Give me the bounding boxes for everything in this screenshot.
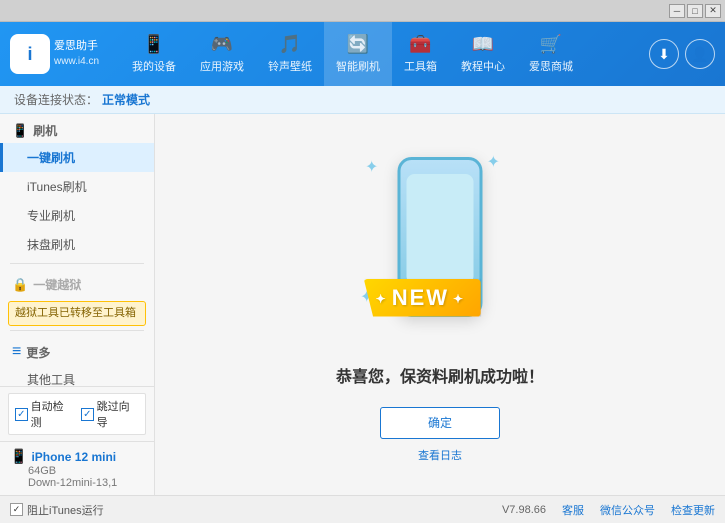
- header: i 爱思助手 www.i4.cn 📱 我的设备 🎮 应用游戏 🎵 铃声壁纸 🔄 …: [0, 22, 725, 86]
- nav-tab-toolbox[interactable]: 🧰 工具箱: [392, 22, 449, 86]
- title-bar: ─ □ ✕: [0, 0, 725, 22]
- nav-tabs: 📱 我的设备 🎮 应用游戏 🎵 铃声壁纸 🔄 智能刷机 🧰 工具箱 📖 教程中心…: [120, 22, 649, 86]
- success-message: 恭喜您，保资料刷机成功啦！: [336, 363, 544, 387]
- device-version: Down-12mini-13,1: [10, 477, 144, 489]
- stop-itunes-label: 阻止iTunes运行: [27, 502, 104, 518]
- user-button[interactable]: 👤: [685, 39, 715, 69]
- sparkle-2: ✦: [487, 152, 500, 172]
- toolbox-icon: 🧰: [409, 34, 431, 55]
- sidebar-section-jailbreak: 🔒 一键越狱: [0, 268, 154, 297]
- update-link[interactable]: 检查更新: [671, 502, 715, 518]
- divider-1: [10, 263, 144, 264]
- nav-tab-tutorial[interactable]: 📖 教程中心: [449, 22, 517, 86]
- tutorial-icon: 📖: [472, 34, 494, 55]
- confirm-button[interactable]: 确定: [380, 407, 500, 439]
- sidebar-bottom-section: 自动检测 跳过向导 📱 iPhone 12 mini 64GB Down-12m…: [0, 386, 154, 495]
- device-phone-icon: 📱: [10, 448, 27, 465]
- nav-tab-smart-flash[interactable]: 🔄 智能刷机: [324, 22, 392, 86]
- store-icon: 🛒: [540, 34, 562, 55]
- device-storage: 64GB: [10, 465, 144, 477]
- status-label: 设备连接状态：: [14, 91, 98, 108]
- phone-screen: [407, 174, 474, 284]
- status-bar: 设备连接状态： 正常模式: [0, 86, 725, 114]
- sidebar-section-more: ≡ 更多: [0, 335, 154, 365]
- close-button[interactable]: ✕: [705, 4, 721, 18]
- sidebar-item-wipe-flash[interactable]: 抹盘刷机: [0, 230, 154, 259]
- more-section-icon: ≡: [12, 343, 21, 361]
- stop-itunes-checkbox[interactable]: ✓: [10, 503, 23, 516]
- footer-left: ✓ 阻止iTunes运行: [10, 502, 104, 518]
- jailbreak-notice: 越狱工具已转移至工具箱: [8, 301, 146, 326]
- checkbox-row: 自动检测 跳过向导: [8, 393, 146, 435]
- footer: ✓ 阻止iTunes运行 V7.98.66 客服 微信公众号 检查更新: [0, 495, 725, 523]
- device-name: iPhone 12 mini: [31, 450, 116, 464]
- my-device-icon: 📱: [143, 34, 165, 55]
- device-name-row: 📱 iPhone 12 mini: [10, 448, 144, 465]
- logo-area: i 爱思助手 www.i4.cn: [10, 34, 120, 74]
- jailbreak-lock-icon: 🔒: [12, 277, 28, 293]
- user-icon: 👤: [691, 46, 708, 63]
- download-button[interactable]: ⬇: [649, 39, 679, 69]
- sidebar-item-pro-flash[interactable]: 专业刷机: [0, 201, 154, 230]
- device-info: 📱 iPhone 12 mini 64GB Down-12mini-13,1: [0, 441, 154, 495]
- main-layout: 📱 刷机 一键刷机 iTunes刷机 专业刷机 抹盘刷机 🔒 一键越狱: [0, 114, 725, 495]
- logo-icon: i: [10, 34, 50, 74]
- service-link[interactable]: 客服: [562, 502, 584, 518]
- new-badge: NEW: [364, 279, 481, 317]
- nav-tab-store[interactable]: 🛒 爱思商城: [517, 22, 585, 86]
- history-link[interactable]: 查看日志: [418, 447, 462, 463]
- minimize-button[interactable]: ─: [669, 4, 685, 18]
- phone-illustration: ✦ ✦ ✦ NEW: [350, 147, 530, 347]
- sidebar-item-other-tools[interactable]: 其他工具: [0, 365, 154, 386]
- logo-text: 爱思助手 www.i4.cn: [54, 39, 99, 68]
- smart-flash-icon: 🔄: [347, 34, 369, 55]
- maximize-button[interactable]: □: [687, 4, 703, 18]
- version-label: V7.98.66: [502, 504, 546, 516]
- sidebar-item-one-key-flash[interactable]: 一键刷机: [0, 143, 154, 172]
- sidebar-scroll: 📱 刷机 一键刷机 iTunes刷机 专业刷机 抹盘刷机 🔒 一键越狱: [0, 114, 154, 386]
- status-value: 正常模式: [102, 91, 150, 108]
- sparkle-1: ✦: [365, 157, 378, 177]
- sidebar-section-flash: 📱 刷机: [0, 114, 154, 143]
- auto-detect-box[interactable]: [15, 408, 28, 421]
- download-icon: ⬇: [658, 46, 670, 63]
- sidebar-item-itunes-flash[interactable]: iTunes刷机: [0, 172, 154, 201]
- skip-wizard-box[interactable]: [81, 408, 94, 421]
- divider-2: [10, 330, 144, 331]
- flash-section-icon: 📱: [12, 123, 28, 139]
- nav-tab-app-game[interactable]: 🎮 应用游戏: [188, 22, 256, 86]
- checkbox-area: 自动检测 跳过向导: [0, 387, 154, 441]
- auto-detect-checkbox[interactable]: 自动检测: [15, 398, 73, 430]
- wechat-link[interactable]: 微信公众号: [600, 502, 655, 518]
- ringtone-icon: 🎵: [279, 34, 301, 55]
- nav-tab-my-device[interactable]: 📱 我的设备: [120, 22, 188, 86]
- footer-right: V7.98.66 客服 微信公众号 检查更新: [502, 502, 715, 518]
- app-game-icon: 🎮: [211, 34, 233, 55]
- sidebar: 📱 刷机 一键刷机 iTunes刷机 专业刷机 抹盘刷机 🔒 一键越狱: [0, 114, 155, 495]
- skip-wizard-checkbox[interactable]: 跳过向导: [81, 398, 139, 430]
- nav-tab-ringtone[interactable]: 🎵 铃声壁纸: [256, 22, 324, 86]
- content-area: ✦ ✦ ✦ NEW 恭喜您，保资料刷机成功啦！ 确定 查看日志: [155, 114, 725, 495]
- header-actions: ⬇ 👤: [649, 39, 715, 69]
